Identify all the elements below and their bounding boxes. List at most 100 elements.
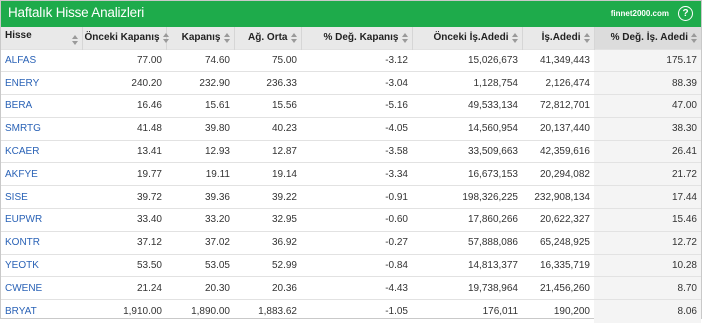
sort-icon[interactable] <box>691 32 697 43</box>
table-cell: 232,908,134 <box>534 191 590 203</box>
table-cell: 26.41 <box>594 140 701 163</box>
table-row: YEOTK 53.50 53.05 52.99 -0.84 14,813,377 16,33… <box>1 254 701 277</box>
stock-symbol-link[interactable]: EUPWR <box>5 214 42 225</box>
sort-icon[interactable] <box>290 32 297 43</box>
stock-symbol-link[interactable]: YEOTK <box>5 260 39 271</box>
table-cell: 19,738,964 <box>467 282 518 294</box>
stock-table: Hisse Önceki Kapanış Kapanış Ağ. Orta % Değ.… <box>1 27 701 323</box>
table-cell: 12.87 <box>271 146 297 158</box>
table-cell: 1,883.62 <box>258 305 297 317</box>
table-cell: 33,509,663 <box>467 146 518 158</box>
table-cell: -0.84 <box>385 260 408 272</box>
table-cell: 53.50 <box>136 260 162 272</box>
table-cell: 38.30 <box>594 117 701 141</box>
table-cell: 240.20 <box>131 77 162 89</box>
sort-icon[interactable] <box>162 32 169 43</box>
table-cell: 88.39 <box>594 71 701 95</box>
table-cell: 20,622,327 <box>539 214 590 226</box>
stock-symbol-link[interactable]: BERA <box>5 100 32 111</box>
column-header-0[interactable]: Hisse <box>1 27 83 49</box>
table-cell: 175.17 <box>594 49 701 72</box>
table-cell: -3.58 <box>385 146 408 158</box>
column-header-label: İş.Adedi <box>541 32 581 44</box>
table-cell: BRYAT <box>1 300 82 323</box>
table-cell: 74.60 <box>204 54 230 66</box>
table-cell: 39.22 <box>271 191 297 203</box>
table-cell: 236.33 <box>266 77 297 89</box>
table-cell: 57,888,086 <box>467 237 518 249</box>
column-header-label: Hisse <box>5 30 32 42</box>
table-cell: -0.27 <box>385 237 408 249</box>
stock-symbol-link[interactable]: KCAER <box>5 146 39 157</box>
stock-analysis-widget: Haftalık Hisse Analizleri finnet2000.com… <box>0 0 702 323</box>
sort-icon[interactable] <box>223 32 230 43</box>
stock-symbol-link[interactable]: BRYAT <box>5 306 37 317</box>
column-header-7[interactable]: % Değ. İş. Adedi <box>594 27 701 49</box>
column-header-label: % Değ. İş. Adedi <box>610 32 688 44</box>
column-header-label: % Değ. Kapanış <box>323 32 399 44</box>
table-cell: 32.95 <box>271 214 297 226</box>
table-cell: 20.30 <box>204 282 230 294</box>
table-cell: 8.06 <box>594 299 701 323</box>
stock-symbol-link[interactable]: KONTR <box>5 237 40 248</box>
table-cell: SISE <box>1 186 82 209</box>
table-cell: 17.44 <box>594 185 701 209</box>
sort-icon[interactable] <box>583 32 590 43</box>
sort-icon[interactable] <box>71 35 78 46</box>
table-cell: 77.00 <box>136 54 162 66</box>
sort-icon[interactable] <box>401 32 408 43</box>
table-row: CWENE 21.24 20.30 20.36 -4.43 19,738,964 21,45… <box>1 276 701 300</box>
table-cell: 198,326,225 <box>462 191 518 203</box>
stock-symbol-link[interactable]: CWENE <box>5 283 42 294</box>
table-cell: 14,813,377 <box>467 260 518 272</box>
table-row: BRYAT 1,910.00 1,890.00 1,883.62 -1.05 176,01… <box>1 299 701 323</box>
column-header-2[interactable]: Kapanış <box>166 27 235 49</box>
table-cell: -3.04 <box>385 77 408 89</box>
column-header-label: Kapanış <box>181 32 221 44</box>
table-cell: 40.23 <box>271 123 297 135</box>
table-cell: 12.93 <box>204 146 230 158</box>
table-cell: 75.00 <box>271 54 297 66</box>
table-cell: 36.92 <box>271 237 297 249</box>
table-cell: 16,335,719 <box>539 260 590 272</box>
stock-symbol-link[interactable]: ALFAS <box>5 55 36 66</box>
table-cell: 21.24 <box>136 282 162 294</box>
stock-symbol-link[interactable]: SISE <box>5 192 28 203</box>
column-header-label: Önceki İş.Adedi <box>433 32 509 44</box>
table-cell: 41.48 <box>136 123 162 135</box>
table-cell: 49,533,134 <box>467 100 518 112</box>
table-cell: 39.72 <box>136 191 162 203</box>
table-row: AKFYE 19.77 19.11 19.14 -3.34 16,673,153 20,29… <box>1 162 701 186</box>
table-cell: 17,860,266 <box>467 214 518 226</box>
table-cell: 16.46 <box>136 100 162 112</box>
table-cell: 1,128,754 <box>473 77 519 89</box>
table-cell: 10.28 <box>594 254 701 277</box>
table-cell: 19.77 <box>136 168 162 180</box>
table-row: ALFAS 77.00 74.60 75.00 -3.12 15,026,673 41,34… <box>1 49 701 72</box>
help-icon[interactable]: ? <box>678 6 693 21</box>
stock-symbol-link[interactable]: ENERY <box>5 78 39 89</box>
table-cell: 176,011 <box>482 305 518 317</box>
column-header-1[interactable]: Önceki Kapanış <box>82 27 169 49</box>
sort-icon[interactable] <box>511 32 518 43</box>
column-header-3[interactable]: Ağ. Orta <box>234 27 302 49</box>
table-cell: 47.00 <box>594 94 701 118</box>
widget-header: Haftalık Hisse Analizleri finnet2000.com… <box>1 1 701 27</box>
stock-symbol-link[interactable]: AKFYE <box>5 169 38 180</box>
table-cell: BERA <box>1 95 82 118</box>
stock-symbol-link[interactable]: SMRTG <box>5 123 41 134</box>
table-cell: ENERY <box>1 72 82 95</box>
column-header-5[interactable]: Önceki İş.Adedi <box>412 27 523 49</box>
table-cell: -5.16 <box>385 100 408 112</box>
table-cell: 1,890.00 <box>191 305 230 317</box>
column-header-label: Ağ. Orta <box>248 32 288 44</box>
column-header-6[interactable]: İş.Adedi <box>522 27 595 49</box>
table-cell: KONTR <box>1 231 82 254</box>
table-cell: 72,812,701 <box>539 100 590 112</box>
table-cell: -4.43 <box>385 282 408 294</box>
table-cell: 15.56 <box>271 100 297 112</box>
column-header-4[interactable]: % Değ. Kapanış <box>301 27 413 49</box>
table-cell: AKFYE <box>1 163 82 186</box>
table-row: BERA 16.46 15.61 15.56 -5.16 49,533,134 72,812… <box>1 94 701 118</box>
table-cell: 41,349,443 <box>539 54 590 66</box>
